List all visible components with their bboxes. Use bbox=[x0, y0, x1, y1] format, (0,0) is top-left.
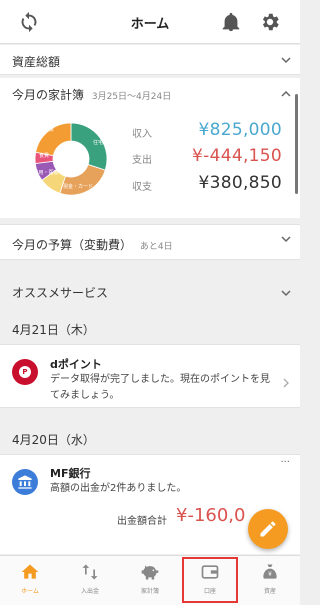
notification-card-dpoint[interactable]: P dポイント データ取得が完了しました。現在のポイントを見てみましょう。 bbox=[0, 344, 300, 408]
bell-icon[interactable] bbox=[220, 11, 242, 33]
tab-label: ホーム bbox=[21, 588, 39, 595]
more-options-icon[interactable]: ··· bbox=[280, 457, 290, 468]
piggy-bank-icon bbox=[140, 562, 160, 582]
budget-title-text: 今月の予算（変動費） bbox=[12, 238, 133, 252]
app-root: ホーム 資産総額 今月の家計簿 3月25日～4月24日 住宅現金・カード 日用・医… bbox=[0, 0, 300, 605]
balance-value: ¥380,850 bbox=[198, 173, 282, 193]
balance-row: 収支 ¥380,850 bbox=[132, 173, 282, 197]
tab-accounts[interactable]: 口座 bbox=[180, 556, 240, 605]
tab-household[interactable]: 家計簿 bbox=[120, 556, 180, 605]
gear-icon[interactable] bbox=[259, 11, 281, 33]
income-label: 収入 bbox=[132, 129, 152, 140]
donut-label: 住宅 bbox=[93, 139, 103, 146]
donut-label: 未分類 bbox=[38, 126, 53, 133]
household-title: 今月の家計簿 3月25日～4月24日 bbox=[12, 86, 171, 103]
household-card[interactable]: 今月の家計簿 3月25日～4月24日 住宅現金・カード 日用・医療 食費 未分類 収入… bbox=[0, 78, 300, 218]
tab-home[interactable]: ホーム bbox=[0, 556, 60, 605]
household-period: 3月25日～4月24日 bbox=[91, 92, 172, 102]
feed-date: 4月21日（木） bbox=[12, 323, 95, 337]
donut-label: 現金・カード bbox=[63, 183, 93, 190]
donut-label: 日用・医療 bbox=[33, 169, 58, 176]
page-title: ホーム bbox=[130, 17, 170, 32]
expense-row: 支出 ¥-444,150 bbox=[132, 146, 282, 170]
pencil-icon bbox=[260, 521, 276, 537]
budget-title: 今月の予算（変動費） あと4日 bbox=[12, 236, 173, 253]
budget-days-left: あと4日 bbox=[139, 242, 173, 252]
recommend-label: オススメサービス bbox=[12, 286, 109, 300]
chevron-down-icon bbox=[280, 54, 292, 66]
notification-service-name: dポイント bbox=[50, 358, 102, 371]
balance-label: 収支 bbox=[132, 182, 152, 193]
assets-total-row[interactable]: 資産総額 bbox=[0, 45, 300, 75]
transfer-arrows-icon bbox=[80, 562, 100, 582]
bank-icon bbox=[12, 469, 38, 495]
income-value: ¥825,000 bbox=[198, 120, 282, 140]
donut-label: 食費 bbox=[39, 152, 49, 159]
expense-label: 支出 bbox=[132, 155, 152, 166]
withdrawal-total-label: 出金額合計 bbox=[117, 516, 167, 527]
expense-donut-chart[interactable]: 住宅現金・カード日用・医療 食費 未分類 bbox=[26, 114, 116, 204]
withdrawal-total-value: ¥-160,0 bbox=[176, 505, 246, 526]
donut-segment bbox=[59, 164, 106, 196]
tab-label: 家計簿 bbox=[140, 588, 159, 595]
assets-total-label: 資産総額 bbox=[12, 55, 61, 69]
svg-text:¥: ¥ bbox=[268, 572, 272, 578]
chevron-down-icon[interactable] bbox=[280, 287, 292, 299]
tab-label: 資産 bbox=[263, 588, 276, 595]
tab-assets[interactable]: ¥ 資産 bbox=[240, 556, 300, 605]
dpoint-logo-icon: P bbox=[12, 359, 38, 385]
chevron-down-icon bbox=[280, 233, 292, 245]
household-title-text: 今月の家計簿 bbox=[12, 88, 85, 102]
expense-value: ¥-444,150 bbox=[192, 146, 282, 166]
notification-message: データ取得が完了しました。現在のポイントを見てみましょう。 bbox=[50, 374, 270, 401]
income-row: 収入 ¥825,000 bbox=[132, 120, 282, 144]
scrollbar[interactable] bbox=[295, 94, 298, 194]
edit-fab-button[interactable] bbox=[248, 509, 288, 549]
highlight-box bbox=[182, 557, 238, 603]
money-bag-icon: ¥ bbox=[260, 562, 280, 582]
budget-row[interactable]: 今月の予算（変動費） あと4日 bbox=[0, 224, 300, 260]
tab-label: 入出金 bbox=[80, 588, 99, 595]
feed-date: 4月20日（水） bbox=[12, 433, 95, 447]
donut-segment bbox=[70, 122, 108, 171]
bottom-tab-bar: ホーム 入出金 家計簿 口座 ¥ 資産 bbox=[0, 555, 300, 605]
notification-service-name: MF銀行 bbox=[50, 467, 91, 480]
tab-transactions[interactable]: 入出金 bbox=[60, 556, 120, 605]
chevron-right-icon bbox=[282, 373, 290, 388]
notification-message: 高額の出金が2件ありました。 bbox=[50, 483, 187, 494]
chevron-up-icon[interactable] bbox=[280, 88, 292, 100]
top-header: ホーム bbox=[0, 0, 300, 44]
home-icon bbox=[20, 562, 40, 582]
